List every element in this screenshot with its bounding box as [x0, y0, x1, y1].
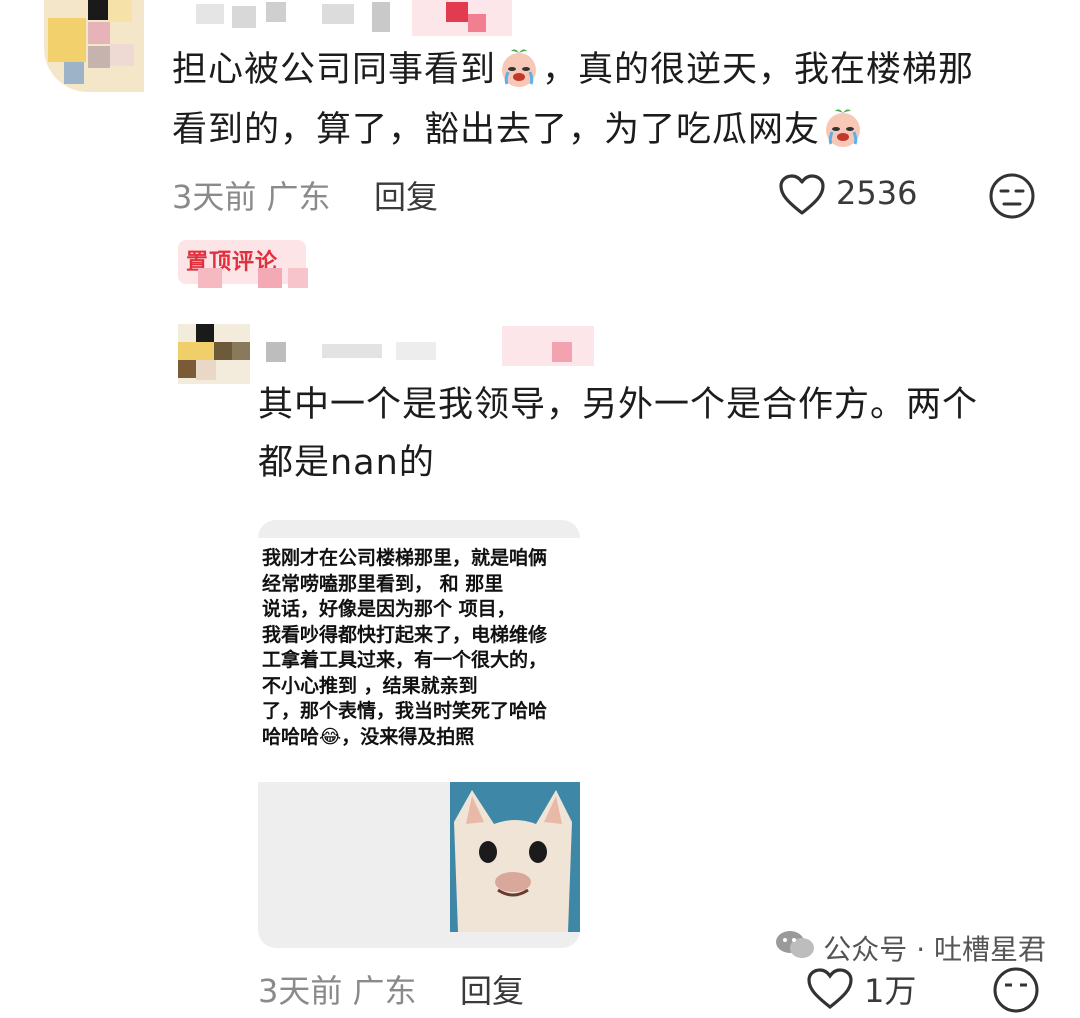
meh-face-icon [988, 173, 1036, 224]
like-button[interactable]: 2536 [778, 170, 928, 220]
comment-text-line1b: ，真的很逆天，我在楼梯那 [542, 50, 975, 90]
crying-face-icon [821, 105, 865, 149]
heart-icon [778, 174, 826, 220]
reply-username-redacted [266, 326, 596, 366]
comment-text: 担心被公司同事看到 ，真的很逆天，我在楼梯那 看到的，算了，豁出去了，为了吃瓜网友 [172, 40, 1032, 160]
reply-text-line2: 都是nan的 [258, 443, 435, 483]
avatar[interactable] [44, 0, 144, 92]
chat-line: 经常唠嗑那里看到， 和 那里 [262, 572, 504, 595]
pin-tag-mosaic [178, 268, 318, 292]
meh-face-icon [992, 967, 1040, 1018]
chat-line: 说话，好像是因为那个 项目， [262, 598, 516, 620]
reply-reply-button[interactable]: 回复 [460, 966, 524, 1012]
reply-dislike-button[interactable] [992, 966, 1040, 1018]
chat-screenshot: 我刚才在公司楼梯那里，就是咱俩 经常唠嗑那里看到， 和 那里 说话，好像是因为那… [258, 538, 580, 782]
chat-line: 不小心推到 ，结果就亲到 [262, 674, 478, 697]
like-count: 2536 [836, 174, 918, 212]
username-redacted [196, 0, 516, 40]
chat-line: 了，那个表情，我当时笑死了哈哈 [262, 700, 548, 722]
reply-like-button[interactable]: 1万 [806, 966, 946, 1010]
reply-like-count: 1万 [864, 972, 917, 1010]
reply-meta: 3天前 广东 [258, 972, 417, 1010]
comment-text-line2: 看到的，算了，豁出去了，为了吃瓜网友 [172, 110, 821, 150]
chat-line: 哈哈哈😂，没来得及拍照 [262, 725, 475, 748]
dislike-button[interactable] [988, 172, 1036, 224]
wechat-icon [775, 929, 815, 968]
comment-meta: 3天前 广东 [172, 178, 331, 216]
wechat-watermark: 公众号 · 吐槽星君 [775, 928, 1046, 968]
reply-avatar[interactable] [178, 324, 250, 384]
reply-text: 其中一个是我领导，另外一个是合作方。两个 都是nan的 [258, 376, 1038, 492]
reply-text-line1: 其中一个是我领导，另外一个是合作方。两个 [258, 385, 979, 425]
chat-line: 工拿着工具过来，有一个很大的， [262, 649, 548, 671]
attached-image[interactable]: 我刚才在公司楼梯那里，就是咱俩 经常唠嗑那里看到， 和 那里 说话，好像是因为那… [258, 520, 580, 948]
reply-button[interactable]: 回复 [374, 172, 438, 218]
cat-meme-image [450, 782, 580, 932]
chat-line: 我刚才在公司楼梯那里，就是咱俩 [262, 547, 548, 569]
comment-text-line1: 担心被公司同事看到 [172, 50, 497, 90]
watermark-text: 公众号 · 吐槽星君 [823, 933, 1046, 966]
crying-face-icon [497, 45, 541, 89]
chat-screenshot-text: 我刚才在公司楼梯那里，就是咱俩 经常唠嗑那里看到， 和 那里 说话，好像是因为那… [262, 546, 578, 750]
chat-line: 我看吵得都快打起来了，电梯维修 [262, 623, 548, 646]
heart-icon [806, 968, 854, 1014]
